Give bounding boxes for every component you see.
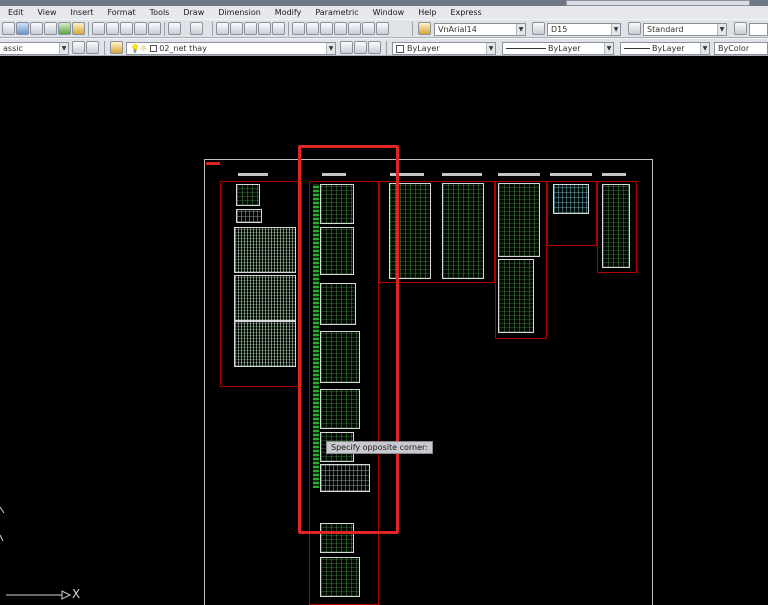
drawing-sheet[interactable]	[602, 184, 630, 268]
menu-insert[interactable]: Insert	[63, 6, 100, 19]
open-icon[interactable]	[2, 22, 15, 35]
menu-edit[interactable]: Edit	[0, 6, 31, 19]
multileader-style-icon[interactable]	[734, 22, 747, 35]
layers-toolbar: assic ▼ 💡☼ 02_net thay ▼ ByLayer ▼ ByLayer ▼…	[0, 38, 768, 56]
pan-icon[interactable]	[216, 22, 229, 35]
menu-format[interactable]: Format	[100, 6, 142, 19]
menu-modify[interactable]: Modify	[268, 6, 309, 19]
redo-icon[interactable]	[190, 22, 203, 35]
menu-dimension[interactable]: Dimension	[211, 6, 268, 19]
menu-view[interactable]: View	[31, 6, 64, 19]
properties-icon[interactable]	[292, 22, 305, 35]
design-center-icon[interactable]	[306, 22, 319, 35]
plotstyle-select[interactable]: ByColor	[714, 42, 768, 55]
plot-preview-icon[interactable]	[44, 22, 57, 35]
block-editor-icon[interactable]	[148, 22, 161, 35]
drawing-sheet[interactable]	[498, 183, 540, 257]
menu-express[interactable]: Express	[443, 6, 488, 19]
menu-bar: Edit View Insert Format Tools Draw Dimen…	[0, 6, 768, 19]
selection-highlight	[298, 145, 399, 534]
markup-icon[interactable]	[348, 22, 361, 35]
sheet-set-icon[interactable]	[334, 22, 347, 35]
drawing-sheet[interactable]	[234, 227, 296, 273]
column-header	[550, 173, 592, 176]
drawing-sheet[interactable]	[320, 557, 360, 597]
customize-icon[interactable]	[86, 41, 99, 54]
layer-previous-icon[interactable]	[354, 41, 367, 54]
multileader-style-select[interactable]	[749, 23, 768, 36]
layer-select[interactable]: 💡☼ 02_net thay ▼	[126, 42, 336, 55]
dim-style-icon[interactable]	[532, 22, 545, 35]
table-style-icon[interactable]	[628, 22, 641, 35]
column-header	[238, 173, 268, 176]
cut-icon[interactable]	[92, 22, 105, 35]
menu-parametric[interactable]: Parametric	[308, 6, 365, 19]
copy-icon[interactable]	[106, 22, 119, 35]
publish-icon[interactable]	[58, 22, 71, 35]
linetype-select[interactable]: ByLayer ▼	[502, 42, 614, 55]
zoom-extents-icon[interactable]	[272, 22, 285, 35]
tool-palettes-icon[interactable]	[320, 22, 333, 35]
undo-icon[interactable]	[168, 22, 181, 35]
drawing-sheet[interactable]	[234, 321, 296, 367]
drawing-sheet[interactable]	[236, 209, 262, 223]
plot-icon[interactable]	[30, 22, 43, 35]
ucs-x-label: X	[72, 587, 81, 601]
workspace-select[interactable]: assic ▼	[0, 42, 69, 55]
command-tooltip: Specify opposite corner:	[326, 441, 433, 454]
zoom-realtime-icon[interactable]	[230, 22, 243, 35]
color-select[interactable]: ByLayer ▼	[392, 42, 496, 55]
workspace-settings-icon[interactable]	[72, 41, 85, 54]
standard-toolbar: VnArial14 ▼ D15 ▼ Standard ▼	[0, 19, 768, 38]
layer-properties-icon[interactable]	[110, 41, 123, 54]
column-header	[602, 173, 626, 176]
paste-icon[interactable]	[120, 22, 133, 35]
match-properties-icon[interactable]	[134, 22, 147, 35]
save-icon[interactable]	[16, 22, 29, 35]
layer-state-icon[interactable]	[368, 41, 381, 54]
drawing-sheet[interactable]	[236, 184, 260, 206]
frame-title-label	[206, 162, 220, 165]
drawing-sheet[interactable]	[442, 183, 484, 279]
column-header	[498, 173, 540, 176]
dim-style-select[interactable]: D15 ▼	[547, 23, 621, 36]
lineweight-select[interactable]: ByLayer ▼	[620, 42, 710, 55]
drawing-sheet[interactable]	[234, 275, 296, 321]
menu-help[interactable]: Help	[411, 6, 443, 19]
menu-tools[interactable]: Tools	[143, 6, 177, 19]
drawing-canvas[interactable]: X	[0, 57, 768, 605]
zoom-window-icon[interactable]	[244, 22, 257, 35]
text-style-select[interactable]: VnArial14 ▼	[434, 23, 526, 36]
drawing-sheet[interactable]	[498, 259, 534, 333]
help-icon[interactable]	[376, 22, 389, 35]
menu-draw[interactable]: Draw	[176, 6, 211, 19]
table-style-select[interactable]: Standard ▼	[643, 23, 727, 36]
ucs-icon	[0, 506, 72, 600]
quickcalc-icon[interactable]	[362, 22, 375, 35]
drawing-sheet[interactable]	[553, 184, 589, 214]
make-current-layer-icon[interactable]	[340, 41, 353, 54]
column-header	[442, 173, 482, 176]
3d-dwf-icon[interactable]	[72, 22, 85, 35]
zoom-previous-icon[interactable]	[258, 22, 271, 35]
menu-window[interactable]: Window	[366, 6, 412, 19]
text-style-icon[interactable]	[418, 22, 431, 35]
